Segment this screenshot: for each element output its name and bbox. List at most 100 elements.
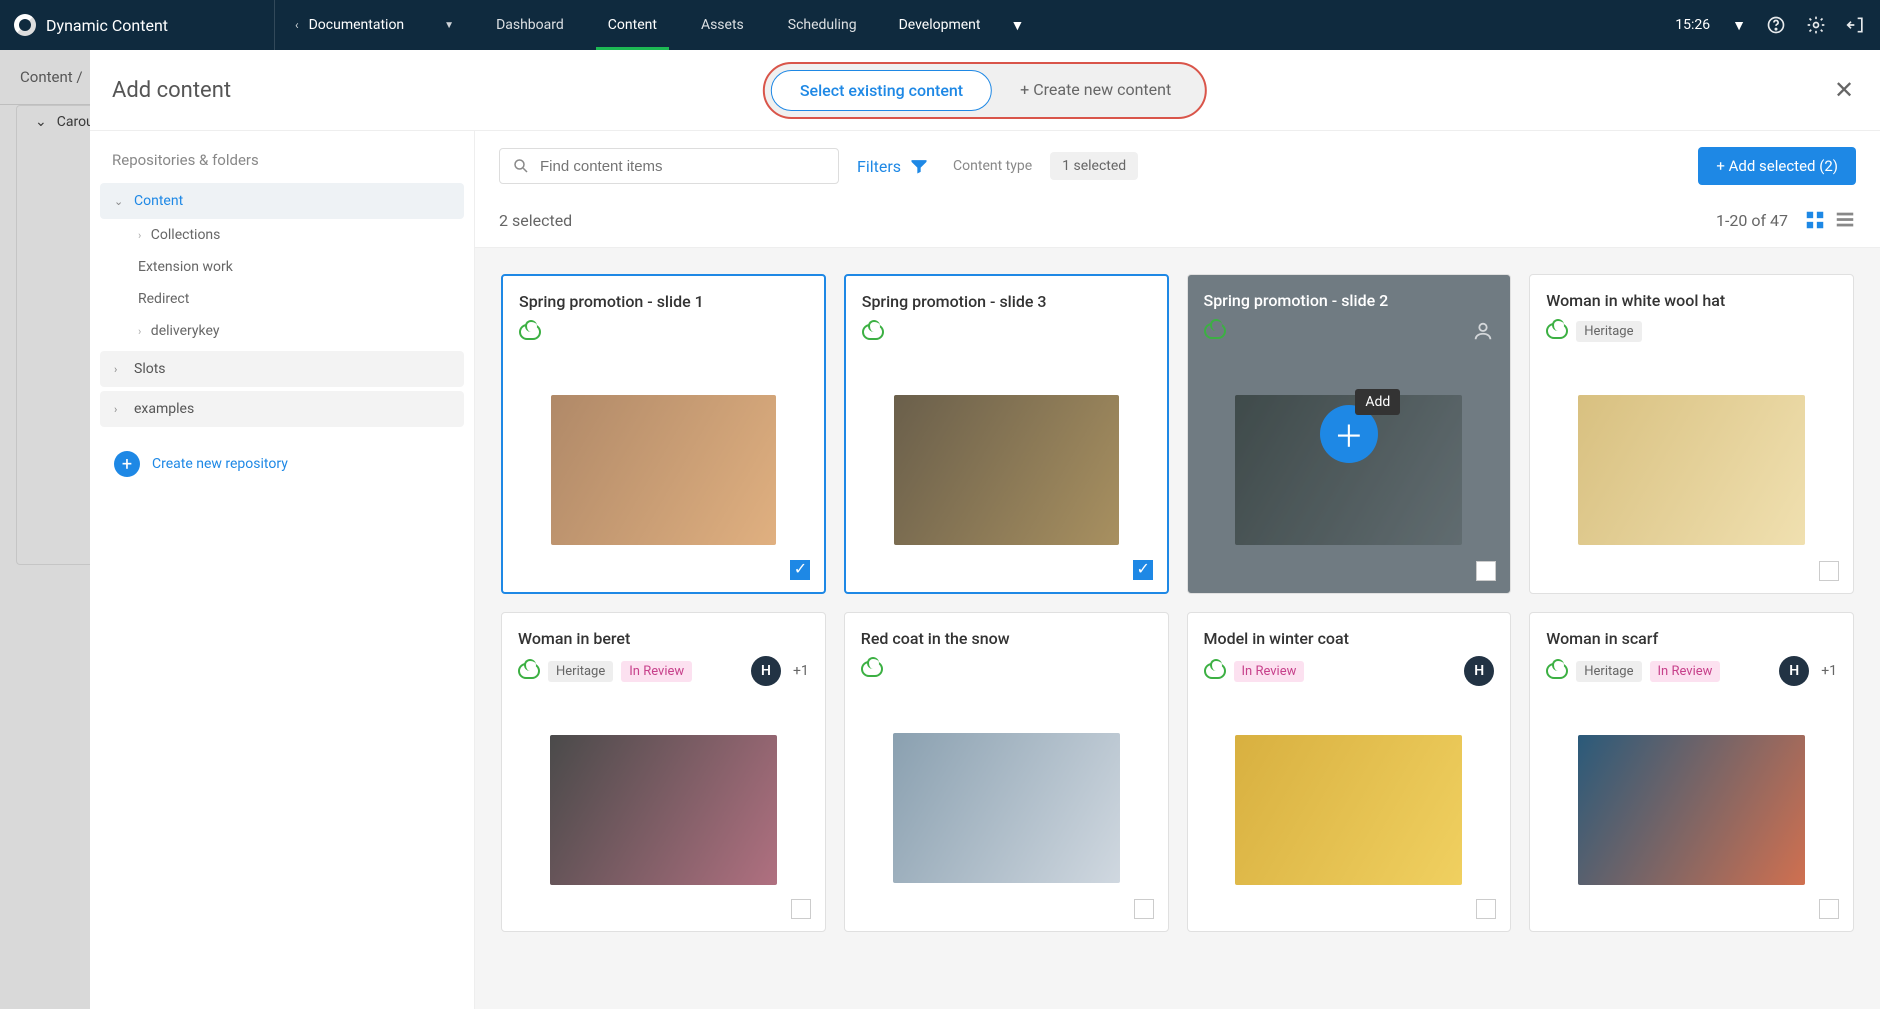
documentation-menu[interactable]: ‹ Documentation ▼ [275, 17, 474, 33]
view-toggle [1804, 209, 1856, 231]
content-type-chip[interactable]: 1 selected [1050, 152, 1138, 180]
card-thumbnail [519, 359, 808, 580]
documentation-label: Documentation [309, 17, 405, 33]
tag-in-review: In Review [621, 661, 692, 682]
card-grid-wrapper[interactable]: Spring promotion - slide 1 Spring promot… [475, 248, 1880, 1009]
modal-title: Add content [112, 78, 231, 103]
card-title: Red coat in the snow [861, 629, 1152, 648]
time-menu[interactable]: 15:26 ▼ [1675, 17, 1746, 34]
chevron-down-icon: ⌄ [114, 195, 126, 208]
cloud-icon [518, 663, 540, 679]
cloud-icon [1204, 663, 1226, 679]
grid-view-icon[interactable] [1804, 209, 1826, 231]
list-view-icon[interactable] [1834, 209, 1856, 231]
search-input-wrapper[interactable] [499, 148, 839, 184]
help-icon[interactable] [1766, 15, 1786, 35]
tag-heritage: Heritage [1576, 661, 1641, 682]
tree-label: Redirect [138, 291, 189, 307]
close-icon[interactable]: ✕ [1830, 76, 1858, 104]
select-existing-option[interactable]: Select existing content [771, 70, 992, 111]
content-card[interactable]: Woman in beret Heritage In Review H +1 [501, 612, 826, 932]
tab-dashboard[interactable]: Dashboard [474, 0, 586, 50]
card-thumbnail [1204, 700, 1495, 919]
chevron-down-icon: ▼ [1010, 17, 1024, 34]
card-checkbox[interactable] [790, 560, 810, 580]
nav-tabs: Dashboard Content Assets Scheduling [474, 0, 879, 50]
tab-scheduling[interactable]: Scheduling [766, 0, 879, 50]
tree-label: Content [134, 193, 183, 209]
card-thumbnail [862, 359, 1151, 580]
add-selected-button[interactable]: + Add selected (2) [1698, 147, 1856, 185]
card-checkbox[interactable] [1819, 561, 1839, 581]
tree-item-deliverykey[interactable]: › deliverykey [100, 315, 464, 347]
card-grid: Spring promotion - slide 1 Spring promot… [501, 274, 1854, 932]
tree-label: Slots [134, 361, 166, 377]
card-title: Woman in scarf [1546, 629, 1837, 648]
chevron-left-icon: ‹ [295, 18, 299, 32]
card-checkbox[interactable] [791, 899, 811, 919]
card-thumbnail [1546, 358, 1837, 581]
create-new-option[interactable]: + Create new content [992, 70, 1199, 111]
chevron-right-icon: › [138, 325, 141, 338]
tree-item-content[interactable]: ⌄ Content [100, 183, 464, 219]
tab-content[interactable]: Content [586, 0, 679, 50]
content-card[interactable]: Model in winter coat In Review H [1187, 612, 1512, 932]
card-title: Spring promotion - slide 1 [519, 292, 808, 311]
avatar[interactable]: H [1779, 656, 1809, 686]
brand-name: Dynamic Content [46, 16, 168, 35]
cloud-icon [862, 324, 884, 340]
card-thumbnail [518, 700, 809, 919]
chevron-down-icon: ▼ [1732, 17, 1746, 34]
card-hover-overlay: ＋ Add [1188, 275, 1511, 593]
tag-heritage: Heritage [1576, 321, 1641, 342]
create-new-repository[interactable]: + Create new repository [100, 437, 464, 491]
card-thumbnail [1546, 700, 1837, 919]
tree-label: Collections [151, 227, 221, 243]
brand: Dynamic Content [14, 14, 274, 36]
search-icon [512, 157, 530, 175]
time-value: 15:26 [1675, 17, 1710, 33]
card-checkbox[interactable] [1819, 899, 1839, 919]
plus-icon: + [114, 451, 140, 477]
chevron-right-icon: › [114, 363, 126, 376]
gear-icon[interactable] [1806, 15, 1826, 35]
filters-label: Filters [857, 157, 901, 176]
card-thumbnail [861, 696, 1152, 919]
content-card[interactable]: Woman in scarf Heritage In Review H +1 [1529, 612, 1854, 932]
tag-heritage: Heritage [548, 661, 613, 682]
content-card[interactable]: Woman in white wool hat Heritage [1529, 274, 1854, 594]
content-card[interactable]: Spring promotion - slide 1 [501, 274, 826, 594]
status-bar: 2 selected 1-20 of 47 [475, 201, 1880, 248]
tree-label: Extension work [138, 259, 233, 275]
tree-item-examples[interactable]: › examples [100, 391, 464, 427]
content-toolbar: Filters Content type 1 selected + Add se… [475, 131, 1880, 201]
filter-icon [909, 156, 929, 176]
content-mode-segmented: Select existing content + Create new con… [763, 62, 1207, 119]
search-input[interactable] [540, 158, 826, 175]
new-repo-label: Create new repository [152, 456, 288, 472]
tab-assets[interactable]: Assets [679, 0, 766, 50]
avatar[interactable]: H [751, 656, 781, 686]
add-tooltip: Add [1355, 389, 1400, 415]
tree-item-redirect[interactable]: Redirect [100, 283, 464, 315]
cloud-icon [861, 661, 883, 677]
tag-in-review: In Review [1650, 661, 1721, 682]
card-checkbox[interactable] [1476, 899, 1496, 919]
content-card[interactable]: Red coat in the snow [844, 612, 1169, 932]
chevron-right-icon: › [138, 229, 141, 242]
content-card[interactable]: Spring promotion - slide 2 ＋ Add [1187, 274, 1512, 594]
tree-item-collections[interactable]: › Collections [100, 219, 464, 251]
content-card[interactable]: Spring promotion - slide 3 [844, 274, 1169, 594]
filters-button[interactable]: Filters [857, 156, 929, 176]
sidebar-heading: Repositories & folders [100, 147, 464, 183]
card-checkbox[interactable] [1134, 899, 1154, 919]
avatar[interactable]: H [1464, 656, 1494, 686]
content-main: Filters Content type 1 selected + Add se… [475, 131, 1880, 1009]
cloud-icon [1546, 323, 1568, 339]
logout-icon[interactable] [1846, 15, 1866, 35]
tree-item-slots[interactable]: › Slots [100, 351, 464, 387]
card-checkbox[interactable] [1133, 560, 1153, 580]
environment-menu[interactable]: Development ▼ [879, 17, 1045, 34]
environment-label: Development [899, 17, 981, 33]
tree-item-extension-work[interactable]: Extension work [100, 251, 464, 283]
